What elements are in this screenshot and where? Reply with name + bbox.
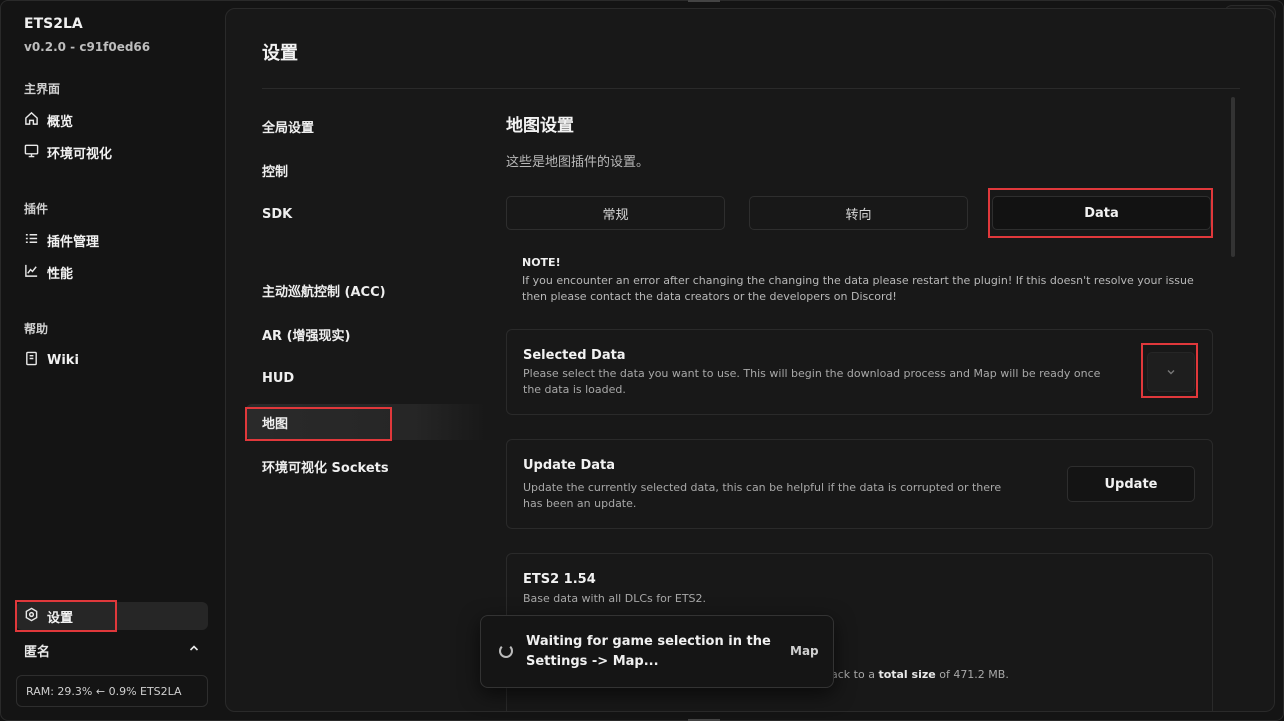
settings-icon [24, 607, 39, 626]
home-icon [24, 111, 39, 130]
sidebar-item-label: Wiki [47, 352, 79, 368]
settings-nav-sdk[interactable]: SDK [246, 196, 486, 232]
loading-spinner-icon [499, 644, 513, 658]
sidebar-item-visualization[interactable]: 环境可视化 [16, 138, 208, 166]
app-name: ETS2LA [24, 16, 83, 32]
page-title: 设置 [262, 43, 298, 64]
sidebar-item-label: 插件管理 [47, 234, 100, 250]
size-value: of 471.2 MB. [935, 668, 1009, 681]
note-body: If you encounter an error after changing… [522, 274, 1194, 303]
ets2-data-title: ETS2 1.54 [523, 572, 596, 587]
update-data-description: Update the currently selected data, this… [523, 481, 1002, 510]
section-description: 这些是地图插件的设置。 [506, 155, 650, 170]
user-name: 匿名 [24, 644, 51, 660]
window-drag-handle[interactable] [688, 0, 720, 2]
settings-nav-acc[interactable]: 主动巡航控制 (ACC) [246, 272, 486, 308]
ets2-data-description: Base data with all DLCs for ETS2. [523, 592, 707, 605]
toast-source: Map [790, 644, 819, 658]
sidebar-section-main: 主界面 [24, 82, 61, 96]
update-button[interactable]: Update [1067, 466, 1195, 502]
sidebar-item-label: 概览 [47, 114, 74, 130]
chevron-down-icon [1165, 363, 1177, 382]
chart-icon [24, 263, 39, 282]
sidebar-item-plugin-manager[interactable]: 插件管理 [16, 226, 208, 254]
toast-notification: Waiting for game selection in the Settin… [480, 615, 834, 688]
main-panel: 设置 全局设置 控制 SDK 主动巡航控制 (ACC) AR (增强现实) HU… [225, 8, 1275, 712]
settings-nav-ar[interactable]: AR (增强现实) [246, 316, 486, 352]
sidebar-item-wiki[interactable]: Wiki [16, 346, 208, 374]
settings-nav-hud[interactable]: HUD [246, 360, 486, 396]
ram-usage: RAM: 29.3% ← 0.9% ETS2LA [16, 675, 208, 707]
size-prefix: ack to a [831, 668, 879, 681]
sidebar: ETS2LA v0.2.0 - c91f0ed66 主界面 概览 环境可视化 插… [0, 0, 224, 721]
chevron-up-icon [188, 642, 200, 658]
app-version: v0.2.0 - c91f0ed66 [24, 40, 151, 54]
selected-data-title: Selected Data [523, 348, 626, 363]
update-data-title: Update Data [523, 458, 616, 473]
tab-steering[interactable]: 转向 [749, 196, 968, 230]
book-icon [24, 351, 39, 370]
section-title: 地图设置 [506, 116, 574, 136]
sidebar-item-label: 设置 [47, 610, 74, 626]
sidebar-item-settings[interactable]: 设置 [16, 602, 208, 630]
settings-nav-map[interactable]: 地图 [246, 404, 486, 440]
update-data-card: Update Data Update the currently selecte… [506, 439, 1213, 529]
settings-nav-global[interactable]: 全局设置 [246, 108, 486, 144]
sidebar-section-plugins: 插件 [24, 202, 49, 216]
sidebar-section-help: 帮助 [24, 322, 49, 336]
tab-data[interactable]: Data [992, 196, 1211, 230]
tab-general[interactable]: 常规 [506, 196, 725, 230]
sidebar-item-performance[interactable]: 性能 [16, 258, 208, 286]
toast-message: Waiting for game selection in the Settin… [526, 634, 771, 669]
data-select-dropdown[interactable] [1147, 352, 1195, 392]
selected-data-description: Please select the data you want to use. … [523, 367, 1101, 396]
monitor-icon [24, 143, 39, 162]
selected-data-card: Selected Data Please select the data you… [506, 329, 1213, 415]
sidebar-item-label: 环境可视化 [47, 146, 113, 162]
settings-nav-sockets[interactable]: 环境可视化 Sockets [246, 448, 486, 484]
list-icon [24, 231, 39, 250]
user-menu[interactable]: 匿名 [24, 640, 200, 660]
ets2-data-size: ack to a total size of 471.2 MB. [831, 667, 1131, 683]
settings-nav-control[interactable]: 控制 [246, 152, 486, 188]
note-title: NOTE! [522, 256, 561, 269]
size-label: total size [878, 668, 936, 681]
sidebar-item-label: 性能 [47, 266, 74, 282]
sidebar-item-overview[interactable]: 概览 [16, 106, 208, 134]
